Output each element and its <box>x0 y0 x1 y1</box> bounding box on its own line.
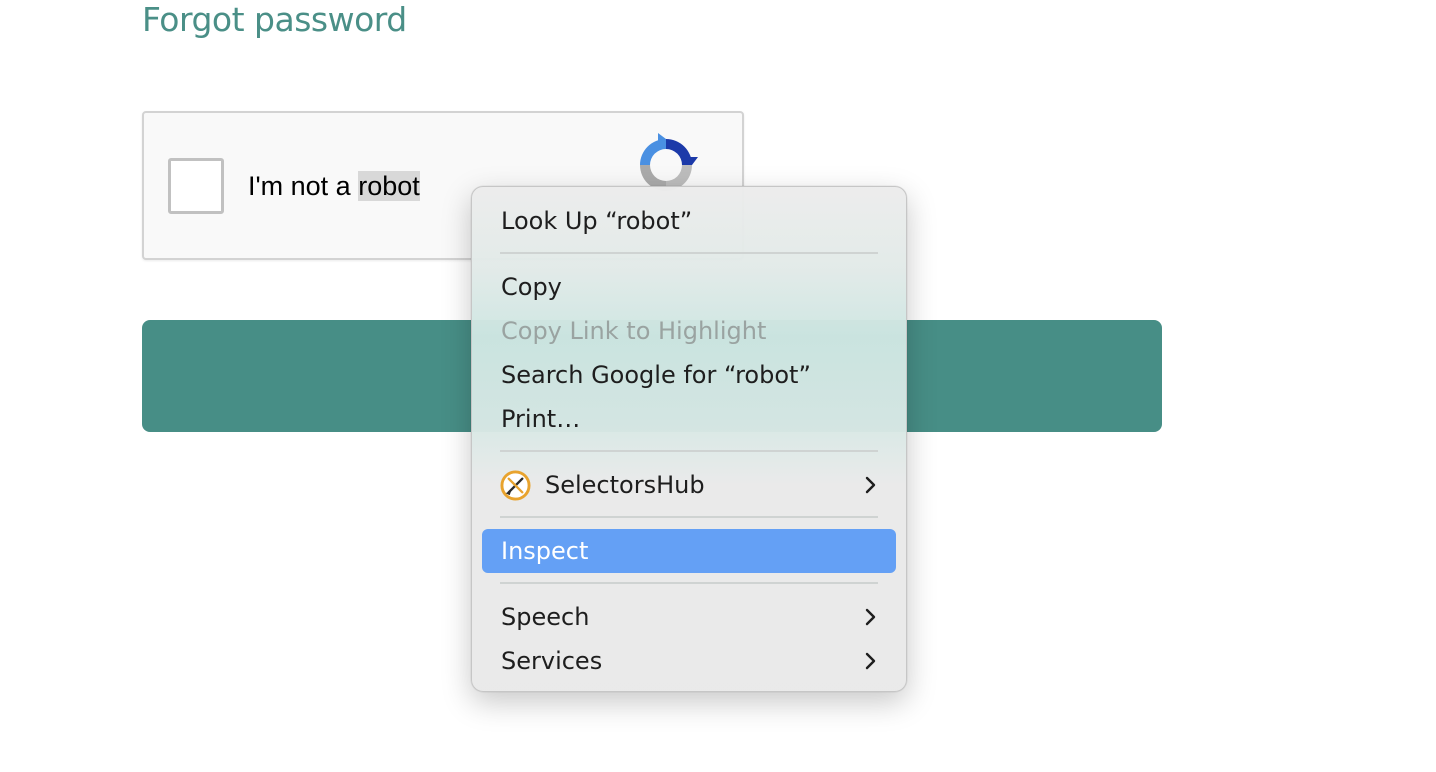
menu-separator <box>500 252 878 254</box>
menu-item-look-up-label: Look Up “robot” <box>501 207 693 235</box>
selected-text: robot <box>358 171 420 201</box>
menu-item-search-google[interactable]: Search Google for “robot” <box>482 353 896 397</box>
menu-item-selectorshub[interactable]: SelectorsHub <box>482 463 896 507</box>
chevron-right-icon <box>865 608 876 626</box>
chevron-right-icon <box>865 652 876 670</box>
selectorshub-icon <box>500 470 531 501</box>
menu-item-services[interactable]: Services <box>482 639 896 683</box>
menu-item-copy[interactable]: Copy <box>482 265 896 309</box>
menu-item-inspect[interactable]: Inspect <box>482 529 896 573</box>
menu-item-inspect-label: Inspect <box>501 537 589 565</box>
menu-separator <box>500 516 878 518</box>
menu-item-services-label: Services <box>501 647 603 675</box>
recaptcha-label-prefix: I'm not a <box>248 171 359 201</box>
menu-item-search-google-label: Search Google for “robot” <box>501 361 811 389</box>
menu-item-speech-label: Speech <box>501 603 590 631</box>
menu-item-look-up[interactable]: Look Up “robot” <box>482 199 896 243</box>
forgot-password-link[interactable]: Forgot password <box>142 0 407 40</box>
chevron-right-icon <box>865 476 876 494</box>
menu-separator <box>500 582 878 584</box>
menu-item-print-label: Print… <box>501 405 581 433</box>
context-menu: Look Up “robot” Copy Copy Link to Highli… <box>471 186 907 692</box>
menu-item-copy-link-to-highlight: Copy Link to Highlight <box>482 309 896 353</box>
menu-item-copy-link-label: Copy Link to Highlight <box>501 317 767 345</box>
menu-item-print[interactable]: Print… <box>482 397 896 441</box>
recaptcha-checkbox[interactable] <box>168 158 224 214</box>
menu-item-copy-label: Copy <box>501 273 562 301</box>
page: Forgot password I'm not a robot Look Up … <box>0 0 1436 772</box>
menu-item-selectorshub-label: SelectorsHub <box>545 471 705 499</box>
recaptcha-label: I'm not a robot <box>248 169 420 203</box>
menu-separator <box>500 450 878 452</box>
menu-item-speech[interactable]: Speech <box>482 595 896 639</box>
